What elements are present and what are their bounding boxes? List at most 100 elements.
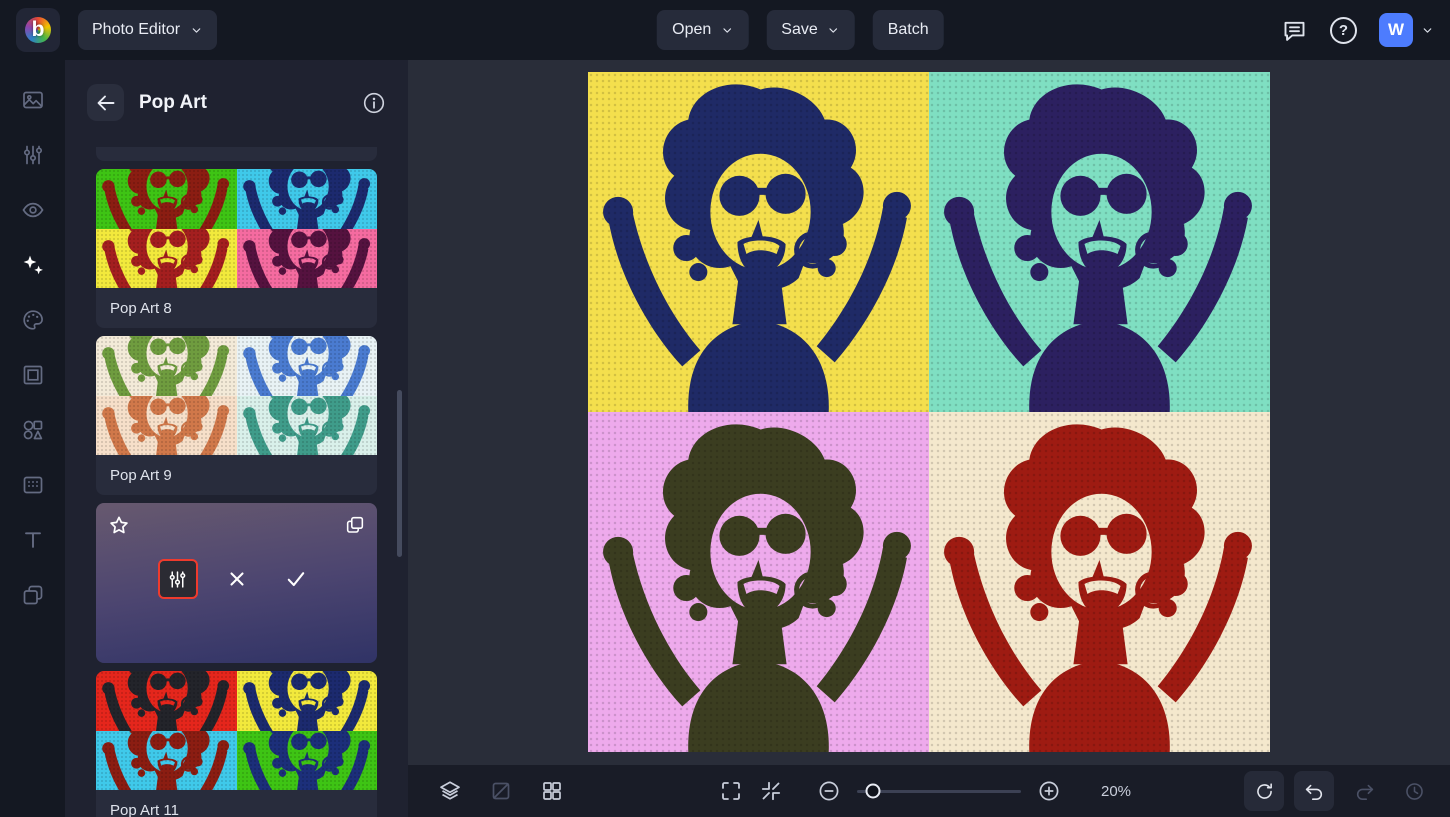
star-icon bbox=[107, 514, 131, 538]
close-icon bbox=[225, 567, 249, 591]
zoom-in-icon bbox=[1037, 779, 1061, 803]
topbar-center-actions: Open Save Batch bbox=[657, 10, 944, 50]
sidebar-item-touchup[interactable] bbox=[13, 190, 53, 230]
zoom-in-button[interactable] bbox=[1037, 779, 1061, 803]
partial-card-above[interactable] bbox=[96, 147, 377, 161]
effect-thumbnail bbox=[96, 671, 377, 790]
sidebar-item-layers[interactable] bbox=[13, 575, 53, 615]
text-icon bbox=[21, 528, 45, 552]
grid-view-button[interactable] bbox=[540, 779, 564, 803]
palette-icon bbox=[21, 308, 45, 332]
compare-button[interactable] bbox=[344, 514, 366, 536]
artwork-quadrant-top-left bbox=[588, 72, 929, 412]
layers-icon bbox=[438, 779, 462, 803]
fullscreen-button[interactable] bbox=[719, 779, 743, 803]
effects-list: Pop Art 8 Pop Art 9 bbox=[65, 147, 408, 817]
chevron-down-icon bbox=[1421, 24, 1434, 37]
redo-icon bbox=[1354, 781, 1375, 802]
settings-sliders-icon bbox=[167, 569, 188, 590]
sidebar-item-edit[interactable] bbox=[13, 135, 53, 175]
history-button[interactable] bbox=[1394, 771, 1434, 811]
canvas-toolbar: 20% bbox=[408, 765, 1450, 817]
effect-card-pop-art-9[interactable]: Pop Art 9 bbox=[96, 336, 377, 495]
batch-button[interactable]: Batch bbox=[873, 10, 944, 50]
cancel-effect-button[interactable] bbox=[217, 559, 257, 599]
image-icon bbox=[21, 88, 45, 112]
logo-letter: b bbox=[32, 18, 45, 42]
panel-scrollbar[interactable] bbox=[397, 390, 402, 557]
topbar-right-actions: ? W bbox=[1281, 13, 1434, 47]
sidebar-item-text[interactable] bbox=[13, 520, 53, 560]
history-controls bbox=[1244, 771, 1434, 811]
fit-to-screen-button[interactable] bbox=[759, 779, 783, 803]
effect-label: Pop Art 9 bbox=[96, 455, 377, 495]
redo-button[interactable] bbox=[1344, 771, 1384, 811]
artwork-quadrant-bottom-left bbox=[588, 412, 929, 752]
effect-settings-button[interactable] bbox=[158, 559, 198, 599]
sidebar-item-overlays[interactable] bbox=[13, 465, 53, 505]
reset-button[interactable] bbox=[1244, 771, 1284, 811]
zoom-out-icon bbox=[817, 779, 841, 803]
sidebar-item-graphics[interactable] bbox=[13, 410, 53, 450]
history-icon bbox=[1404, 781, 1425, 802]
transform-button[interactable] bbox=[489, 779, 513, 803]
feedback-chat-button[interactable] bbox=[1281, 17, 1308, 44]
sidebar-item-frames[interactable] bbox=[13, 355, 53, 395]
help-button[interactable]: ? bbox=[1330, 17, 1357, 44]
selected-effect-actions bbox=[96, 559, 377, 599]
apply-effect-button[interactable] bbox=[276, 559, 316, 599]
app-menu-label: Photo Editor bbox=[92, 21, 180, 39]
panel-header: Pop Art bbox=[65, 60, 408, 135]
transform-icon bbox=[489, 779, 513, 803]
info-button[interactable] bbox=[362, 91, 386, 115]
check-icon bbox=[284, 567, 308, 591]
tool-sidebar bbox=[0, 60, 65, 817]
effect-card-pop-art-11[interactable]: Pop Art 11 bbox=[96, 671, 377, 817]
zoom-level-value: 20% bbox=[1101, 783, 1139, 800]
effects-sparkles-icon bbox=[21, 253, 45, 277]
avatar: W bbox=[1379, 13, 1413, 47]
shapes-icon bbox=[21, 418, 45, 442]
sidebar-item-effects[interactable] bbox=[13, 245, 53, 285]
sidebar-item-artsy[interactable] bbox=[13, 300, 53, 340]
pop-art-image[interactable] bbox=[588, 72, 1270, 752]
effects-panel: Pop Art bbox=[65, 60, 408, 817]
chat-icon bbox=[1281, 17, 1308, 44]
fullscreen-icon bbox=[719, 779, 743, 803]
artwork-quadrant-top-right bbox=[929, 72, 1270, 412]
layers-panel-button[interactable] bbox=[438, 779, 462, 803]
canvas-toolbar-left bbox=[438, 779, 564, 803]
undo-icon bbox=[1304, 781, 1325, 802]
app-menu-button[interactable]: Photo Editor bbox=[78, 10, 217, 50]
back-button[interactable] bbox=[87, 84, 124, 121]
help-icon: ? bbox=[1330, 17, 1357, 44]
batch-label: Batch bbox=[888, 21, 929, 39]
topbar: b Photo Editor Open Save Batch bbox=[0, 0, 1450, 60]
chevron-down-icon bbox=[190, 24, 203, 37]
undo-button[interactable] bbox=[1294, 771, 1334, 811]
info-icon bbox=[362, 91, 386, 115]
artwork-quadrant-bottom-right bbox=[929, 412, 1270, 752]
open-button[interactable]: Open bbox=[657, 10, 748, 50]
app-logo[interactable]: b bbox=[16, 8, 60, 52]
panel-title: Pop Art bbox=[139, 92, 347, 114]
grid-icon bbox=[540, 779, 564, 803]
copy-icon bbox=[344, 514, 366, 536]
save-button[interactable]: Save bbox=[766, 10, 854, 50]
adjust-sliders-icon bbox=[21, 143, 45, 167]
selected-effect-card[interactable] bbox=[96, 503, 377, 663]
save-label: Save bbox=[781, 21, 817, 39]
effect-label: Pop Art 11 bbox=[96, 790, 377, 817]
account-menu-button[interactable]: W bbox=[1379, 13, 1434, 47]
zoom-slider[interactable] bbox=[857, 790, 1021, 793]
back-arrow-icon bbox=[94, 91, 118, 115]
zoom-out-button[interactable] bbox=[817, 779, 841, 803]
effect-card-pop-art-8[interactable]: Pop Art 8 bbox=[96, 169, 377, 328]
effect-label: Pop Art 8 bbox=[96, 288, 377, 328]
frame-icon bbox=[21, 363, 45, 387]
sidebar-item-image[interactable] bbox=[13, 80, 53, 120]
zoom-slider-handle[interactable] bbox=[866, 784, 881, 799]
favorite-button[interactable] bbox=[107, 514, 131, 538]
fit-screen-icon bbox=[759, 779, 783, 803]
eye-icon bbox=[21, 198, 45, 222]
